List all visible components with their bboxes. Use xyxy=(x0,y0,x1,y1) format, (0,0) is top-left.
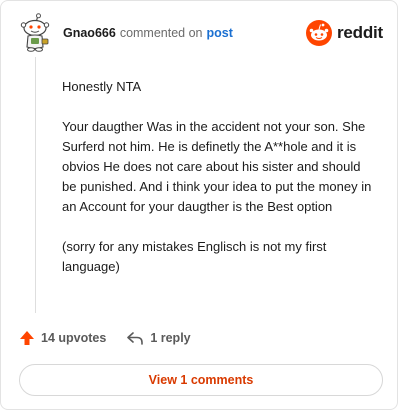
upvote-count: 14 upvotes xyxy=(41,331,107,345)
comment-body: Honestly NTA Your daugther Was in the ac… xyxy=(62,77,372,297)
comment-card: Gnao666 commented on post reddit Honestl… xyxy=(0,0,398,410)
thread-line[interactable] xyxy=(35,57,36,313)
snoo-avatar-icon xyxy=(20,13,50,52)
view-comments-button[interactable]: View 1 comments xyxy=(19,364,383,396)
reply-count: 1 reply xyxy=(150,331,191,345)
reply-icon xyxy=(127,332,144,345)
reddit-brand[interactable]: reddit xyxy=(305,20,383,46)
comment-paragraph: (sorry for any mistakes Englisch is not … xyxy=(62,239,327,274)
upvote-button[interactable]: 14 upvotes xyxy=(19,330,106,346)
comment-paragraph: Your daugther Was in the accident not yo… xyxy=(62,119,372,214)
username-link[interactable]: Gnao666 xyxy=(63,26,116,40)
reply-button[interactable]: 1 reply xyxy=(126,330,191,346)
comment-paragraph: Honestly NTA xyxy=(62,79,142,94)
reddit-logo-icon xyxy=(305,20,332,46)
byline-text: commented on xyxy=(119,26,203,40)
comment-header: Gnao666 commented on post reddit xyxy=(19,13,383,53)
comment-actions: 14 upvotes 1 reply xyxy=(19,330,191,346)
upvote-arrow-icon xyxy=(20,331,34,345)
post-link[interactable]: post xyxy=(207,26,233,40)
comment-byline: Gnao666 commented on post xyxy=(63,26,233,40)
avatar[interactable] xyxy=(19,13,53,53)
reddit-wordmark: reddit xyxy=(336,23,383,42)
